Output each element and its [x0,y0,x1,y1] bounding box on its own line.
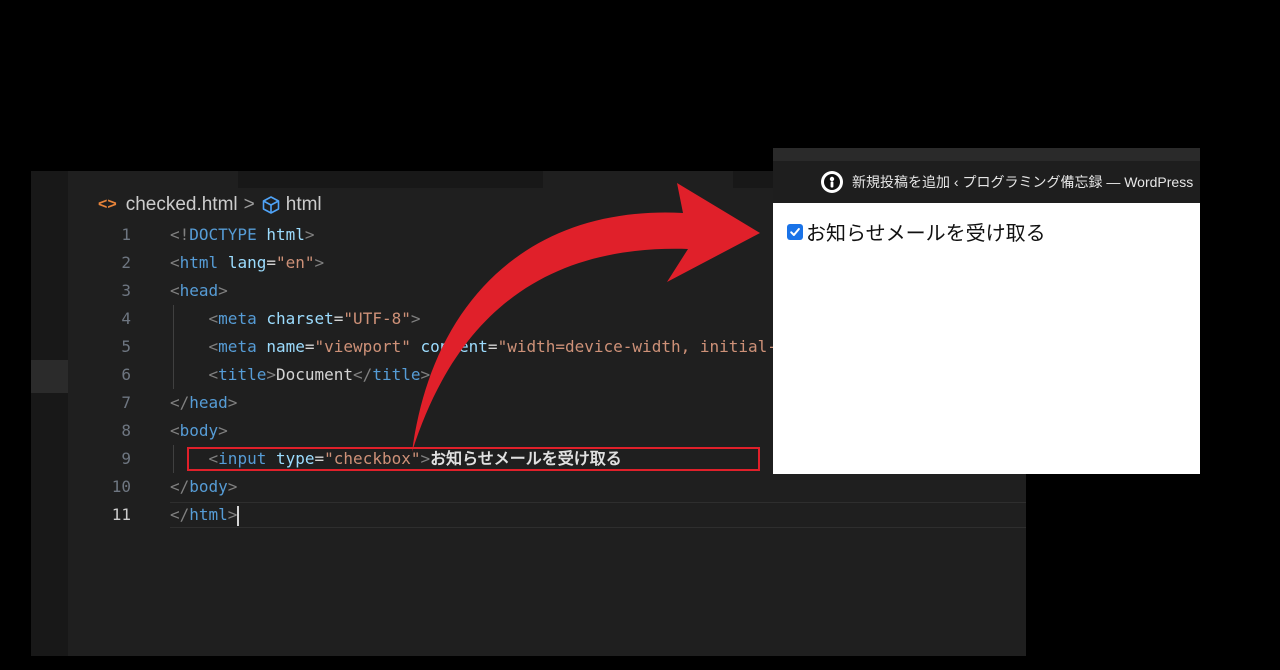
annotation-arrow [412,183,760,452]
arrow-shape [412,183,760,452]
